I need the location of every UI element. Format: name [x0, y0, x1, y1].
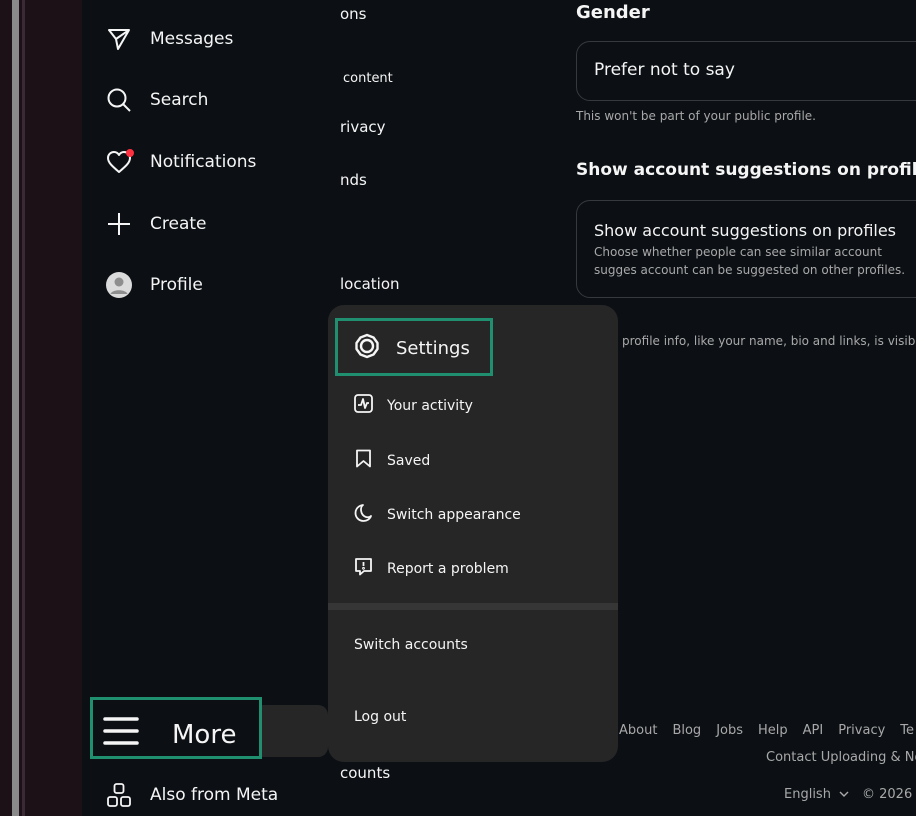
menu-item-label: Settings	[396, 338, 470, 359]
avatar	[106, 272, 132, 298]
language-select[interactable]: English	[784, 787, 849, 802]
search-icon	[106, 87, 132, 113]
sidebar-item-messages[interactable]: Messages	[106, 19, 233, 59]
sidebar-item-label: Profile	[150, 275, 203, 295]
footer-link[interactable]: About	[619, 723, 657, 738]
sidebar-item-search[interactable]: Search	[106, 80, 208, 120]
menu-item-label: Saved	[387, 452, 431, 469]
heart-icon	[106, 149, 134, 175]
settings-nav-item[interactable]: ons	[340, 5, 367, 23]
suggestions-title: Show account suggestions on profiles	[594, 221, 897, 240]
menu-item-log-out[interactable]: Log out	[354, 709, 406, 725]
notification-dot	[126, 149, 134, 157]
gear-icon	[354, 333, 380, 364]
gender-note: This won't be part of your public profil…	[576, 109, 816, 123]
moon-icon	[354, 503, 373, 526]
more-label: More	[172, 719, 237, 750]
settings-nav-item[interactable]: content	[343, 71, 393, 86]
settings-nav-item[interactable]: rivacy	[340, 118, 386, 136]
sidebar-item-profile[interactable]: Profile	[106, 265, 203, 305]
settings-nav-item[interactable]: location	[340, 275, 400, 293]
messages-icon	[106, 26, 132, 52]
sidebar-item-label: Search	[150, 90, 209, 110]
more-button[interactable]: More	[102, 714, 236, 755]
menu-item-your-activity[interactable]: Your activity	[354, 394, 473, 417]
menu-item-label: Log out	[354, 709, 407, 725]
menu-item-switch-accounts[interactable]: Switch accounts	[354, 637, 468, 653]
window-border-shadow	[22, 0, 25, 816]
sidebar-item-notifications[interactable]: Notifications	[106, 142, 256, 182]
language-label: English	[784, 787, 831, 802]
settings-nav-item[interactable]: counts	[340, 764, 390, 782]
suggestions-heading: Show account suggestions on profiles	[576, 160, 916, 180]
gender-value: Prefer not to say	[594, 60, 735, 80]
menu-item-label: Report a problem	[387, 560, 509, 577]
copyright: © 2026 In	[862, 787, 916, 802]
grid-icon	[106, 782, 132, 808]
menu-item-label: Switch accounts	[354, 637, 468, 653]
footer-link[interactable]: Blog	[672, 723, 701, 738]
menu-item-report-problem[interactable]: Report a problem	[354, 557, 509, 580]
footer-links: About Blog Jobs Help API Privacy Te	[619, 723, 914, 738]
gender-heading: Gender	[576, 2, 650, 23]
settings-nav-item[interactable]: nds	[340, 171, 367, 189]
sidebar-item-label: Create	[150, 214, 207, 234]
suggestions-description: Choose whether people can see similar ac…	[594, 245, 906, 277]
menu-item-switch-appearance[interactable]: Switch appearance	[354, 503, 521, 526]
activity-icon	[354, 394, 373, 417]
profile-info-note: profile info, like your name, bio and li…	[622, 334, 916, 348]
menu-item-label: Your activity	[387, 397, 473, 414]
plus-icon	[106, 211, 132, 237]
menu-item-settings[interactable]: Settings	[354, 333, 470, 364]
sidebar	[82, 0, 330, 816]
more-button-background	[258, 705, 328, 757]
sidebar-item-label: Notifications	[150, 152, 257, 172]
chevron-down-icon	[839, 787, 849, 802]
menu-item-saved[interactable]: Saved	[354, 449, 430, 472]
sidebar-item-create[interactable]: Create	[106, 204, 207, 244]
footer-link[interactable]: Jobs	[716, 723, 743, 738]
window-border	[12, 0, 19, 816]
footer-link[interactable]: Help	[758, 723, 788, 738]
footer-link[interactable]: Privacy	[838, 723, 885, 738]
footer-link[interactable]: Contact Uploading & Non	[766, 750, 916, 765]
menu-divider	[328, 603, 618, 610]
footer-link[interactable]: API	[803, 723, 824, 738]
footer-link[interactable]: Te	[900, 723, 914, 738]
sidebar-item-label: Also from Meta	[150, 785, 279, 805]
report-icon	[354, 557, 373, 580]
menu-item-label: Switch appearance	[387, 506, 521, 523]
sidebar-item-also-from-meta[interactable]: Also from Meta	[106, 775, 278, 815]
hamburger-icon	[102, 714, 140, 755]
sidebar-item-label: Messages	[150, 29, 234, 49]
bookmark-icon	[354, 449, 373, 472]
